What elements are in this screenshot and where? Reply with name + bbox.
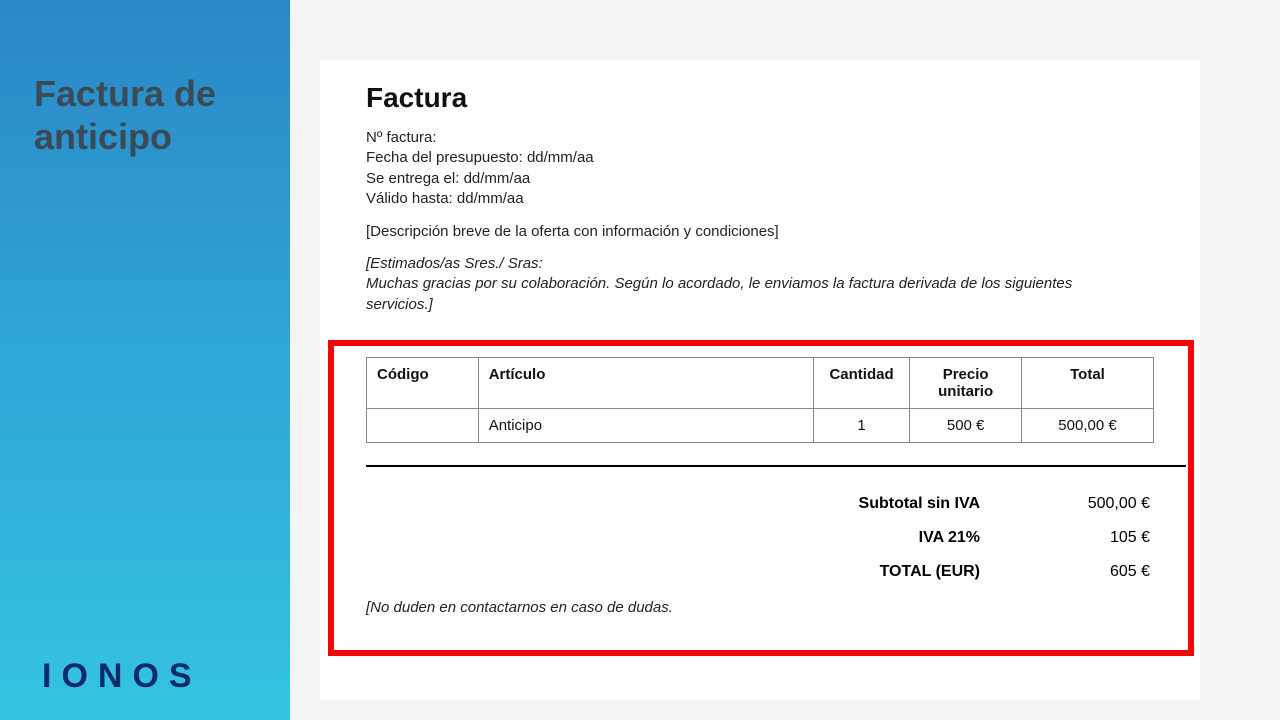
td-article: Anticipo [478,408,813,442]
td-code [367,408,479,442]
items-table-wrap: Código Artículo Cantidad Precio unitario… [366,357,1154,589]
valid-until-label: Válido hasta: [366,190,453,207]
footnote: [No duden en contactarnos en caso de dud… [366,599,1154,616]
totals-block: Subtotal sin IVA 500,00 € IVA 21% 105 € … [734,487,1154,589]
delivered-label: Se entrega el: [366,170,459,187]
subtotal-row: Subtotal sin IVA 500,00 € [734,487,1154,521]
th-qty: Cantidad [813,357,909,408]
vat-value: 105 € [1040,529,1150,547]
budget-date-label: Fecha del presupuesto: [366,149,523,166]
totals-divider [366,465,1186,467]
td-unit-price: 500 € [910,408,1022,442]
grand-total-row: TOTAL (EUR) 605 € [734,555,1154,589]
vat-label: IVA 21% [738,529,1040,547]
sidebar-title: Factura de anticipo [34,72,274,158]
grand-total-label: TOTAL (EUR) [738,563,1040,581]
vat-row: IVA 21% 105 € [734,521,1154,555]
table-row: Anticipo 1 500 € 500,00 € [367,408,1154,442]
invoice-meta: Nº factura: Fecha del presupuesto: dd/mm… [366,128,1154,209]
table-header-row: Código Artículo Cantidad Precio unitario… [367,357,1154,408]
td-total: 500,00 € [1021,408,1153,442]
th-article: Artículo [478,357,813,408]
delivered-value: dd/mm/aa [464,170,531,187]
items-table: Código Artículo Cantidad Precio unitario… [366,357,1154,443]
grand-total-value: 605 € [1040,563,1150,581]
stage: Factura de anticipo IONOS Factura Nº fac… [0,0,1280,720]
offer-description: [Descripción breve de la oferta con info… [366,223,1154,240]
th-code: Código [367,357,479,408]
invoice-document: Factura Nº factura: Fecha del presupuest… [320,60,1200,700]
th-total: Total [1021,357,1153,408]
sidebar: Factura de anticipo IONOS [0,0,290,720]
th-unit-price: Precio unitario [910,357,1022,408]
td-qty: 1 [813,408,909,442]
subtotal-label: Subtotal sin IVA [738,495,1040,513]
subtotal-value: 500,00 € [1040,495,1150,513]
brand-logo: IONOS [42,657,202,696]
greeting-letter: [Estimados/as Sres./ Sras: Muchas gracia… [366,254,1086,315]
invoice-no-label: Nº factura: [366,129,437,146]
valid-until-value: dd/mm/aa [457,190,524,207]
budget-date-value: dd/mm/aa [527,149,594,166]
doc-heading: Factura [366,82,1154,114]
